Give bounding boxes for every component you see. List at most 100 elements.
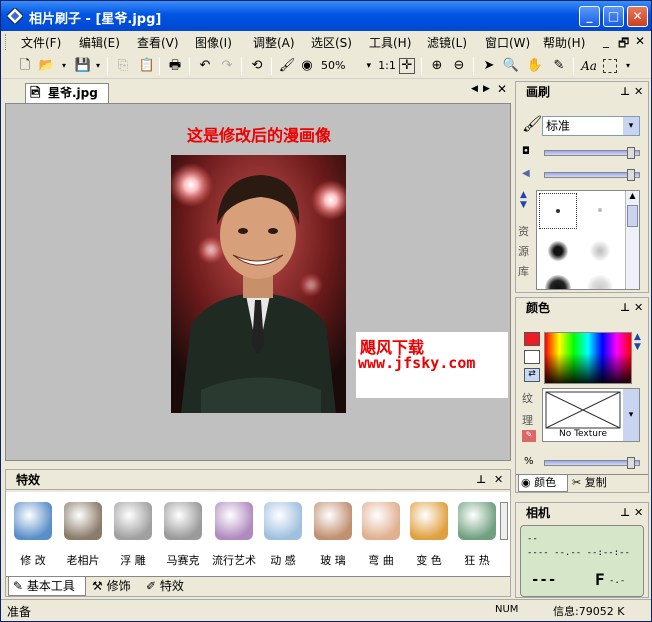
effect-item-old-photo[interactable]: 老相片	[58, 500, 108, 570]
color-spectrum-picker[interactable]	[544, 332, 632, 384]
zoom-dropdown-icon[interactable]: ▾	[366, 56, 371, 76]
effect-item-mosaic[interactable]: 马赛克	[158, 500, 208, 570]
save-dropdown-icon[interactable]: ▾	[93, 56, 103, 76]
tab-effects[interactable]: ✐ 特效	[142, 577, 194, 596]
color-panel-header[interactable]: 颜色 ⊥ ✕	[516, 298, 648, 318]
open-dropdown-icon[interactable]: ▾	[59, 56, 69, 76]
swap-colors-icon[interactable]: ⇄	[524, 368, 540, 382]
tab-color[interactable]: ◉ 颜色	[518, 475, 568, 492]
text-tool-button[interactable]: Aa	[579, 56, 599, 76]
menu-file[interactable]: 文件(F)	[21, 34, 61, 51]
mdi-minimize-button[interactable]: _	[603, 34, 609, 48]
library-scrollbar[interactable]: ▲	[625, 191, 639, 289]
pin-icon[interactable]: ⊥	[620, 503, 630, 523]
panel-close-icon[interactable]: ✕	[634, 503, 643, 523]
minimize-button[interactable]: _	[579, 6, 600, 27]
menu-image[interactable]: 图像(I)	[195, 34, 232, 51]
brush-tip-selected[interactable]	[539, 193, 577, 229]
undo-icon[interactable]: ↶	[195, 56, 215, 76]
brush-tip[interactable]	[539, 271, 577, 289]
slider-thumb[interactable]	[627, 457, 635, 469]
menu-grip[interactable]	[5, 34, 8, 50]
brush-tip[interactable]	[539, 233, 577, 269]
brush-tip[interactable]	[581, 271, 619, 289]
new-file-icon[interactable]: 🗋	[15, 56, 35, 76]
zoom-in-icon[interactable]: ⊕	[427, 56, 447, 76]
effect-item-recolor[interactable]: 变 色	[404, 500, 454, 570]
texture-dropdown-icon[interactable]: ▾	[623, 389, 639, 441]
menu-tools[interactable]: 工具(H)	[369, 34, 411, 51]
menu-selection[interactable]: 选区(S)	[311, 34, 352, 51]
marquee-tool-icon[interactable]	[603, 59, 617, 73]
brush-tip[interactable]	[581, 193, 619, 229]
brush-preset-select[interactable]: 标准 ▾	[542, 116, 640, 136]
mdi-close-button[interactable]: ✕	[635, 34, 645, 48]
eyedropper-icon[interactable]: ✎	[549, 56, 569, 76]
tab-scroll-right-icon[interactable]: ▶	[483, 84, 490, 94]
slider-thumb[interactable]	[627, 147, 635, 159]
brush-size-slider[interactable]	[544, 147, 640, 159]
texture-tool-icon[interactable]: ✎	[522, 430, 536, 442]
menu-edit[interactable]: 编辑(E)	[79, 34, 120, 51]
zoom-out-icon[interactable]: ⊖	[449, 56, 469, 76]
menu-adjust[interactable]: 调整(A)	[253, 34, 295, 51]
scroll-up-icon[interactable]: ▲	[626, 191, 639, 203]
effect-item-edit[interactable]: 修 改	[8, 500, 58, 570]
brush-tool-icon[interactable]: 🖌	[277, 56, 297, 76]
tab-scroll-left-icon[interactable]: ◀	[471, 84, 478, 94]
crop-rotate-icon[interactable]: ⟲	[247, 56, 267, 76]
gallery-scroll-handle[interactable]	[500, 502, 508, 540]
image-canvas[interactable]: 这是修改后的漫画像 飓风下载 www.jfsky.com	[5, 103, 511, 461]
texture-select[interactable]: No Texture ▾	[542, 388, 640, 442]
scroll-thumb[interactable]	[627, 205, 638, 227]
tab-retouch[interactable]: ⚒ 修饰	[88, 577, 140, 596]
save-icon[interactable]: 💾	[73, 56, 93, 76]
tab-close-icon[interactable]: ✕	[497, 82, 507, 96]
close-button[interactable]: ✕	[627, 6, 648, 27]
effect-item-warp[interactable]: 弯 曲	[356, 500, 406, 570]
pin-icon[interactable]: ⊥	[620, 82, 630, 102]
fit-window-icon[interactable]: ✛	[399, 58, 415, 74]
pin-icon[interactable]: ⊥	[476, 470, 486, 490]
slider-thumb[interactable]	[627, 169, 635, 181]
brush-library-grid[interactable]: ▲	[536, 190, 640, 290]
copy-icon[interactable]: ⎘	[113, 56, 133, 76]
spectrum-arrows-icon[interactable]: ▲ ▼	[634, 332, 641, 352]
menu-window[interactable]: 窗口(W)	[485, 34, 530, 51]
panel-close-icon[interactable]: ✕	[634, 82, 643, 102]
menu-filter[interactable]: 滤镜(L)	[427, 34, 467, 51]
library-arrows-icon[interactable]: ▲ ▼	[520, 190, 527, 210]
print-icon[interactable]: 🖶	[165, 56, 185, 76]
camera-panel-header[interactable]: 相机 ⊥ ✕	[516, 503, 648, 523]
brush-tip[interactable]	[581, 233, 619, 269]
menu-help[interactable]: 帮助(H)	[543, 34, 585, 51]
panel-close-icon[interactable]: ✕	[634, 298, 643, 318]
color-opacity-slider[interactable]	[544, 457, 640, 469]
redo-icon[interactable]: ↷	[217, 56, 237, 76]
zoom-select[interactable]: 50% ▾	[317, 56, 373, 76]
effect-item-pop-art[interactable]: 流行艺术	[206, 500, 262, 570]
effect-item-frenzy[interactable]: 狂 热	[452, 500, 502, 570]
menu-view[interactable]: 查看(V)	[137, 34, 179, 51]
title-bar[interactable]: 相片刷子 - [星爷.jpg] _ □ ✕	[1, 1, 651, 31]
mdi-restore-button[interactable]: 🗗	[618, 34, 629, 55]
preset-dropdown-icon[interactable]: ▾	[623, 117, 639, 135]
effect-item-glass[interactable]: 玻 璃	[308, 500, 358, 570]
background-color-swatch[interactable]	[524, 350, 540, 364]
effect-item-motion[interactable]: 动 感	[258, 500, 308, 570]
panel-close-icon[interactable]: ✕	[494, 470, 503, 490]
brush-panel-header[interactable]: 画刷 ⊥ ✕	[516, 82, 648, 102]
pointer-tool-icon[interactable]: ➤	[479, 56, 499, 76]
color-wheel-icon[interactable]: ◉	[297, 56, 317, 76]
foreground-color-swatch[interactable]	[524, 332, 540, 346]
document-tab[interactable]: 🖻 星爷.jpg	[25, 83, 109, 103]
brush-opacity-slider[interactable]	[544, 169, 640, 181]
edited-photo[interactable]	[171, 155, 346, 413]
toolbar-overflow-icon[interactable]: ▾	[623, 56, 633, 76]
effect-item-emboss[interactable]: 浮 雕	[108, 500, 158, 570]
actual-size-button[interactable]: 1:1	[377, 56, 397, 76]
maximize-button[interactable]: □	[603, 6, 624, 27]
paste-icon[interactable]: 📋	[137, 56, 157, 76]
tab-clone[interactable]: ✂ 复制	[570, 475, 620, 492]
tab-basic-tools[interactable]: ✎ 基本工具	[8, 577, 86, 596]
